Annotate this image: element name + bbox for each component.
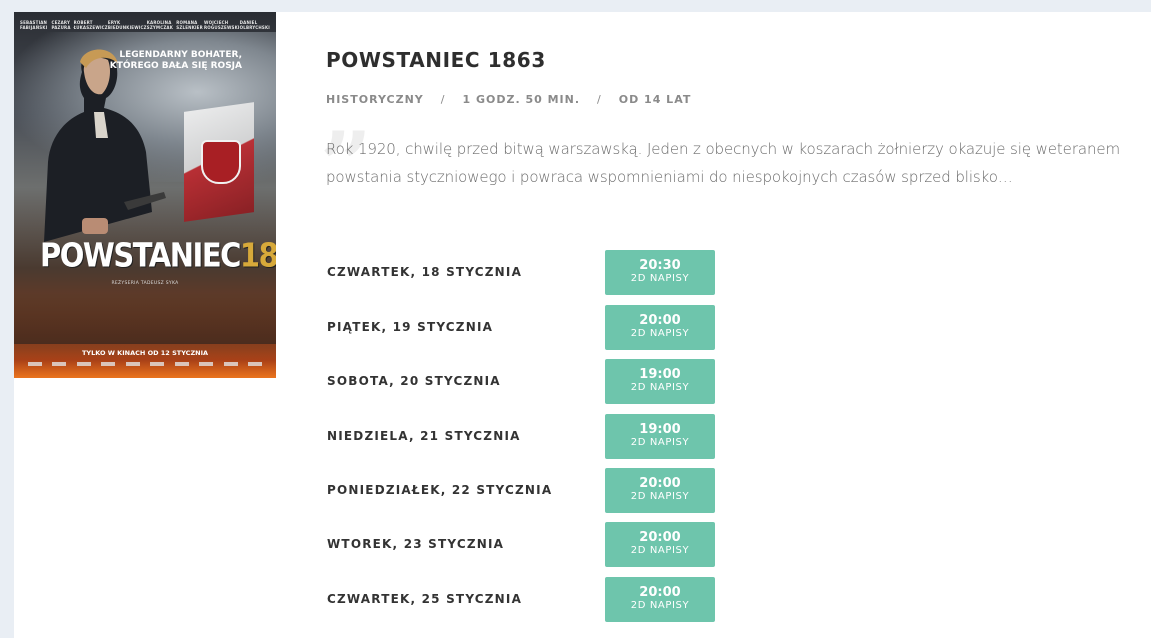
poster-cast-name: KAROLINA SZYMCZAK	[146, 20, 174, 30]
movie-card: SEBASTIAN FABIJAŃSKI CEZARY PAZURA ROBER…	[14, 12, 1151, 638]
movie-age-rating: OD 14 LAT	[618, 93, 692, 106]
poster-logo	[101, 362, 116, 366]
poster-cast-name: ERYK BIEDUNKIEWICZ	[107, 20, 147, 30]
showtime-format: 2D NAPISY	[630, 382, 690, 393]
poster-cast-name: WOJCIECH ROGUSZEWSKI	[204, 20, 240, 30]
poster-title-year: 1863	[239, 235, 276, 275]
meta-separator: /	[597, 93, 602, 106]
movie-duration: 1 GODZ. 50 MIN.	[462, 93, 581, 106]
poster-director: REŻYSERIA TADEUSZ SYKA	[111, 281, 179, 286]
poster-cast-name: CEZARY PAZURA	[51, 20, 71, 30]
schedule-row: SOBOTA, 20 STYCZNIA 19:00 2D NAPISY	[326, 359, 826, 404]
schedule-row: PONIEDZIAŁEK, 22 STYCZNIA 20:00 2D NAPIS…	[326, 468, 826, 513]
meta-separator: /	[440, 93, 446, 106]
poster-release-date: TYLKO W KINACH OD 12 STYCZNIA	[81, 349, 209, 357]
showtime-format: 2D NAPISY	[630, 328, 690, 339]
poster-logo	[247, 362, 262, 366]
schedule-day: NIEDZIELA, 21 STYCZNIA	[327, 429, 521, 443]
showtime-button[interactable]: 19:00 2D NAPISY	[605, 359, 715, 404]
poster-soldier-figure	[44, 49, 166, 243]
showtime-format: 2D NAPISY	[630, 600, 690, 611]
schedule-row: NIEDZIELA, 21 STYCZNIA 19:00 2D NAPISY	[326, 414, 826, 459]
poster-tagline-line: KTÓREGO BAŁA SIĘ ROSJA	[109, 61, 242, 71]
movie-meta: HISTORYCZNY / 1 GODZ. 50 MIN. / OD 14 LA…	[326, 93, 691, 106]
poster-logo	[150, 362, 165, 366]
showtime-format: 2D NAPISY	[630, 491, 690, 502]
poster-logo	[76, 362, 91, 366]
showtime-button[interactable]: 20:00 2D NAPISY	[605, 305, 715, 350]
showtime-format: 2D NAPISY	[630, 437, 690, 448]
showtime-time: 19:00	[639, 422, 681, 437]
showtime-button[interactable]: 19:00 2D NAPISY	[605, 414, 715, 459]
showtime-button[interactable]: 20:00 2D NAPISY	[605, 522, 715, 567]
schedule-day: PIĄTEK, 19 STYCZNIA	[327, 320, 494, 334]
schedule-day: WTOREK, 23 STYCZNIA	[327, 537, 505, 551]
poster-logo	[174, 362, 189, 366]
movie-poster[interactable]: SEBASTIAN FABIJAŃSKI CEZARY PAZURA ROBER…	[14, 12, 276, 378]
poster-title: POWSTANIEC1863	[40, 235, 276, 274]
poster-logo	[125, 362, 140, 366]
showtime-time: 20:00	[639, 476, 681, 491]
poster-eagle-emblem	[201, 140, 241, 184]
showtime-time: 20:00	[639, 313, 681, 328]
showtime-format: 2D NAPISY	[630, 273, 690, 284]
poster-cast-name: DANIEL OLBRYCHSKI	[239, 20, 270, 30]
showtime-time: 20:00	[639, 585, 681, 600]
schedule-day: SOBOTA, 20 STYCZNIA	[327, 374, 501, 388]
showtime-format: 2D NAPISY	[630, 545, 690, 556]
poster-tagline-line: LEGENDARNY BOHATER,	[119, 50, 242, 60]
poster-logo	[52, 362, 67, 366]
poster-cast-name: ROBERT ŁUKASZEWICZ	[73, 20, 108, 30]
schedule-day: PONIEDZIAŁEK, 22 STYCZNIA	[327, 483, 553, 497]
schedule-day: CZWARTEK, 18 STYCZNIA	[327, 265, 523, 279]
schedule-row: CZWARTEK, 18 STYCZNIA 20:30 2D NAPISY	[326, 250, 826, 295]
schedule-row: WTOREK, 23 STYCZNIA 20:00 2D NAPISY	[326, 522, 826, 567]
showtime-button[interactable]: 20:00 2D NAPISY	[605, 468, 715, 513]
showtime-button[interactable]: 20:30 2D NAPISY	[605, 250, 715, 295]
schedule-row: CZWARTEK, 25 STYCZNIA 20:00 2D NAPISY	[326, 577, 826, 622]
movie-title: POWSTANIEC 1863	[326, 48, 546, 72]
poster-cast: SEBASTIAN FABIJAŃSKI CEZARY PAZURA ROBER…	[20, 20, 270, 30]
poster-logo	[28, 362, 42, 366]
poster-logo	[199, 362, 214, 366]
showtime-button[interactable]: 20:00 2D NAPISY	[605, 577, 715, 622]
showtime-time: 19:00	[639, 367, 681, 382]
poster-cast-name: SEBASTIAN FABIJAŃSKI	[20, 20, 48, 30]
schedule-row: PIĄTEK, 19 STYCZNIA 20:00 2D NAPISY	[326, 305, 826, 350]
poster-cast-name: ROMANA SZLENKIER	[176, 20, 203, 30]
poster-battle-scene	[14, 294, 276, 344]
poster-logo	[223, 362, 238, 366]
schedule-day: CZWARTEK, 25 STYCZNIA	[327, 592, 523, 606]
movie-description: Rok 1920, chwilę przed bitwą warszawską.…	[326, 140, 1121, 186]
movie-genre: HISTORYCZNY	[326, 93, 424, 106]
poster-title-main: POWSTANIEC	[40, 235, 241, 275]
showtime-time: 20:30	[639, 258, 681, 273]
poster-tagline: LEGENDARNY BOHATER, KTÓREGO BAŁA SIĘ ROS…	[110, 50, 242, 72]
showtime-time: 20:00	[639, 530, 681, 545]
poster-logos	[28, 360, 262, 368]
